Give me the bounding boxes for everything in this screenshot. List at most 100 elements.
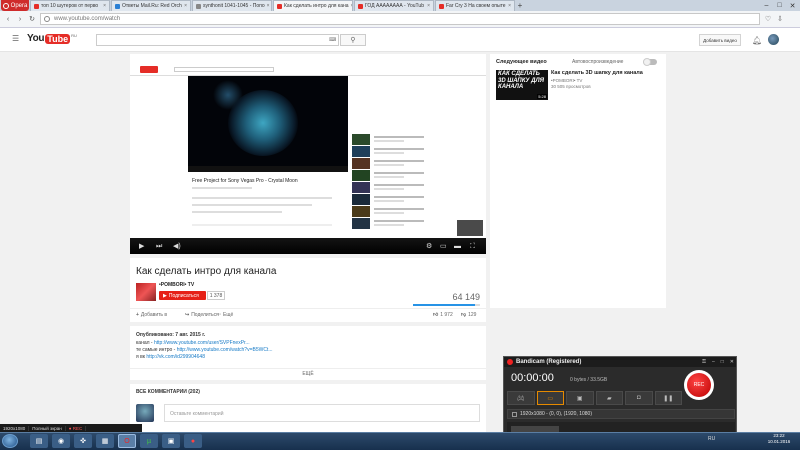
search-input[interactable]: ⌨ (96, 34, 339, 46)
explorer-icon[interactable]: ▤ (30, 434, 48, 448)
avatar[interactable] (768, 34, 779, 45)
close-tab-icon[interactable]: × (427, 3, 430, 9)
video-player[interactable]: Free Project for Sony Vegas Pro - Crysta… (130, 54, 486, 254)
maximize-icon[interactable]: □ (721, 359, 724, 365)
heart-icon[interactable]: ♡ (764, 15, 772, 23)
close-window-icon[interactable]: ✕ (787, 2, 798, 10)
browser-tab[interactable]: ГОД АААААААА - YouTub × (354, 0, 434, 11)
volume-icon[interactable]: ◀) (173, 243, 181, 250)
subscribe-button[interactable]: ▶ Подписаться (159, 291, 206, 300)
capture-region[interactable]: 1920x1080 - (0, 0), (1920, 1080) (507, 409, 735, 419)
back-arrow-icon[interactable]: ‹ (4, 16, 12, 23)
browser-tab[interactable]: synthonit 1041-1045 - Попо × (192, 0, 272, 11)
next-icon[interactable]: ⏭ (156, 243, 162, 250)
download-icon[interactable]: ⇩ (776, 15, 784, 23)
plus-icon: + (136, 312, 139, 318)
more-button[interactable]: ··· Ещё (216, 312, 233, 318)
app-icon[interactable]: ▣ (162, 434, 180, 448)
browser-tab[interactable]: Far Cry 3 На своем опыте × (435, 0, 515, 11)
description-prefix: я вк (136, 354, 147, 360)
inner-sidebar-item (352, 194, 442, 206)
keyboard-icon[interactable]: ⌨ (329, 37, 336, 43)
inner-sidebar-line (374, 196, 424, 198)
close-icon[interactable]: ✕ (730, 359, 734, 365)
pause-icon[interactable]: ❚❚ (654, 391, 682, 405)
close-tab-icon[interactable]: × (351, 3, 352, 9)
inner-sidebar-item (352, 182, 442, 194)
browser-tab[interactable]: Ответы Mail.Ru: Red Orch × (111, 0, 191, 11)
forward-arrow-icon[interactable]: › (16, 16, 24, 23)
close-tab-icon[interactable]: × (508, 3, 511, 9)
youtube-logo[interactable]: You Tube RU (27, 33, 77, 44)
play-icon[interactable]: ▶ (139, 243, 144, 250)
settings-icon[interactable]: ⚙ (426, 243, 432, 250)
device-mode-icon[interactable]: ▣ (566, 391, 594, 405)
tab-label: Как сделать интро для кана (284, 3, 349, 9)
fullscreen-icon[interactable]: ⛶ (470, 243, 475, 250)
key-icon[interactable]: ⚿ (702, 359, 706, 365)
bell-icon[interactable]: 🔔︎ (752, 36, 762, 45)
like-ratio-bar (413, 304, 480, 306)
channel-avatar[interactable] (136, 283, 156, 301)
camera-icon[interactable]: ◘ (625, 391, 653, 405)
reload-icon[interactable]: ↻ (28, 15, 36, 23)
minimize-icon[interactable]: – (761, 2, 772, 9)
bandicam-taskbar-icon[interactable]: ● (184, 434, 202, 448)
inner-sidebar-item (352, 206, 442, 218)
autoplay-toggle[interactable] (643, 58, 657, 66)
search-button[interactable]: ⚲ (340, 34, 366, 46)
close-tab-icon[interactable]: × (184, 3, 187, 9)
inner-sidebar-item (352, 146, 442, 158)
inner-popup (457, 220, 483, 236)
folder-icon[interactable]: ▰ (595, 391, 623, 405)
region-checkbox[interactable] (512, 411, 517, 417)
chrome-icon[interactable]: ◉ (52, 434, 70, 448)
description-link[interactable]: http://www.youtube.com/user/SVPFnexPr... (154, 340, 250, 346)
new-tab-button[interactable]: + (515, 0, 525, 11)
clock-date: 10.01.2016 (767, 439, 791, 444)
like-button[interactable]: 👍︎ 1 972 (433, 312, 453, 318)
photoshop-icon[interactable]: ▦ (96, 434, 114, 448)
up-next-title[interactable]: Как сделать 3D шапку для канала (551, 70, 661, 76)
game-mode-icon[interactable]: 🎮︎ (507, 391, 535, 405)
add-video-button[interactable]: Добавить видео (699, 34, 741, 46)
menu-icon[interactable]: ☰ (12, 35, 20, 43)
video-info: Как сделать интро для канала •POMBORI• T… (130, 258, 486, 322)
add-to-button[interactable]: + Добавить в (136, 312, 167, 318)
rec-button[interactable]: REC (684, 370, 714, 400)
miniplayer-icon[interactable]: ▭ (440, 243, 447, 250)
start-button[interactable] (2, 434, 18, 448)
inner-sidebar-thumb (352, 194, 370, 205)
screen-mode-icon[interactable]: ▭ (536, 391, 564, 405)
description-link[interactable]: http://www.youtube.com/watch?v=B5WCt... (177, 347, 273, 353)
close-tab-icon[interactable]: × (103, 3, 106, 9)
close-tab-icon[interactable]: × (267, 3, 270, 9)
bandicam-window: Bandicam (Registered) ⚿ – □ ✕ 00:00:00 0… (503, 356, 737, 436)
minimize-icon[interactable]: – (712, 359, 715, 365)
inner-sidebar-line (374, 160, 424, 162)
browser-tab[interactable]: Как сделать интро для кана× (273, 0, 353, 11)
clock[interactable]: 23:22 10.01.2016 (760, 433, 798, 445)
inner-video (188, 76, 348, 168)
favicon-icon (358, 3, 363, 9)
browser-tab[interactable]: топ 10 шутеров от перво × (30, 0, 110, 11)
inner-sidebar-line (374, 176, 404, 178)
dislike-button[interactable]: 👎︎ 129 (461, 312, 476, 318)
opera-taskbar-icon[interactable]: O (118, 434, 136, 448)
inner-sidebar-line (374, 184, 424, 186)
comment-input[interactable]: Оставьте комментарий (164, 404, 480, 422)
channel-name[interactable]: •POMBORI• TV (159, 282, 194, 288)
up-next-thumbnail[interactable]: КАК СДЕЛАТЬ 3D ШАПКУ ДЛЯ КАНАЛА 5:28 (496, 70, 548, 100)
share-button[interactable]: ↪ Поделиться (185, 312, 219, 318)
show-more-button[interactable]: ЕЩЁ (130, 368, 486, 378)
description-link[interactable]: http://vk.com/id299904648 (146, 354, 205, 360)
utorrent-icon[interactable]: µ (140, 434, 158, 448)
url-input[interactable]: www.youtube.com/watch (40, 13, 760, 25)
game-icon[interactable]: ✜ (74, 434, 92, 448)
favicon-icon (196, 3, 201, 9)
maximize-icon[interactable]: □ (774, 2, 785, 9)
tray-language[interactable]: RU (708, 436, 715, 442)
opera-menu-button[interactable]: Opera (1, 0, 29, 11)
description-prefix: те самые интро - (136, 347, 177, 353)
theater-icon[interactable]: ▬ (454, 243, 461, 250)
